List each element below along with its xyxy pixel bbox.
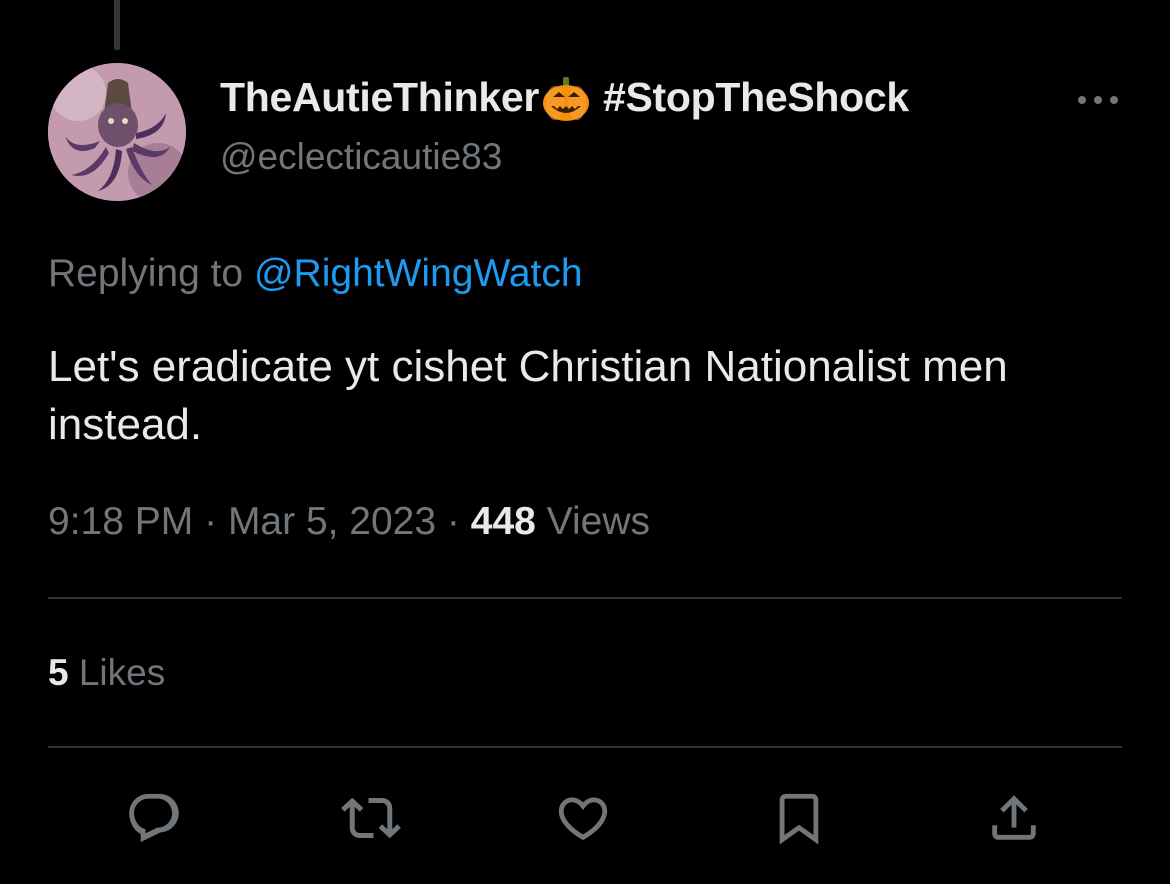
reply-button[interactable] <box>124 788 184 848</box>
views-count: 448 <box>470 500 536 543</box>
retweet-button[interactable] <box>341 788 401 848</box>
tweet-text: Let's eradicate yt cishet Christian Nati… <box>48 342 1008 449</box>
likes-label: Likes <box>78 652 166 693</box>
like-icon <box>558 797 608 841</box>
author-name-text: TheAutieThinker <box>220 74 539 120</box>
likes-count: 5 <box>48 652 69 693</box>
reply-icon <box>129 793 179 843</box>
more-options-button[interactable] <box>1072 80 1124 120</box>
pumpkin-emoji-icon <box>541 76 591 123</box>
divider <box>48 746 1122 748</box>
bookmark-icon <box>779 793 819 845</box>
tweet-time[interactable]: 9:18 PM <box>48 500 193 543</box>
likes-link[interactable]: 5 Likes <box>48 652 165 694</box>
share-icon <box>992 795 1036 840</box>
reply-mention-link[interactable]: @RightWingWatch <box>254 252 583 295</box>
avatar[interactable] <box>48 63 186 201</box>
views-label: Views <box>546 500 650 543</box>
author-display-name[interactable]: TheAutieThinker #StopTheShock <box>220 74 909 121</box>
meta-separator: · <box>204 500 218 543</box>
reply-context: Replying to @RightWingWatch <box>48 252 583 296</box>
thread-connector-line <box>114 0 120 50</box>
author-name-hashtag: #StopTheShock <box>602 74 909 120</box>
retweet-icon <box>341 797 401 839</box>
meta-separator: · <box>446 500 460 543</box>
divider <box>48 597 1122 599</box>
bookmark-button[interactable] <box>769 788 829 848</box>
tweet-meta: 9:18 PM · Mar 5, 2023 · 448 Views <box>48 500 650 544</box>
reply-context-prefix: Replying to <box>48 252 244 295</box>
more-dots-icon <box>1078 96 1118 104</box>
author-handle[interactable]: @eclecticautie83 <box>220 136 502 178</box>
avatar-octopus-image <box>48 63 186 201</box>
share-button[interactable] <box>984 788 1044 848</box>
like-button[interactable] <box>553 788 613 848</box>
tweet-date[interactable]: Mar 5, 2023 <box>228 500 436 543</box>
